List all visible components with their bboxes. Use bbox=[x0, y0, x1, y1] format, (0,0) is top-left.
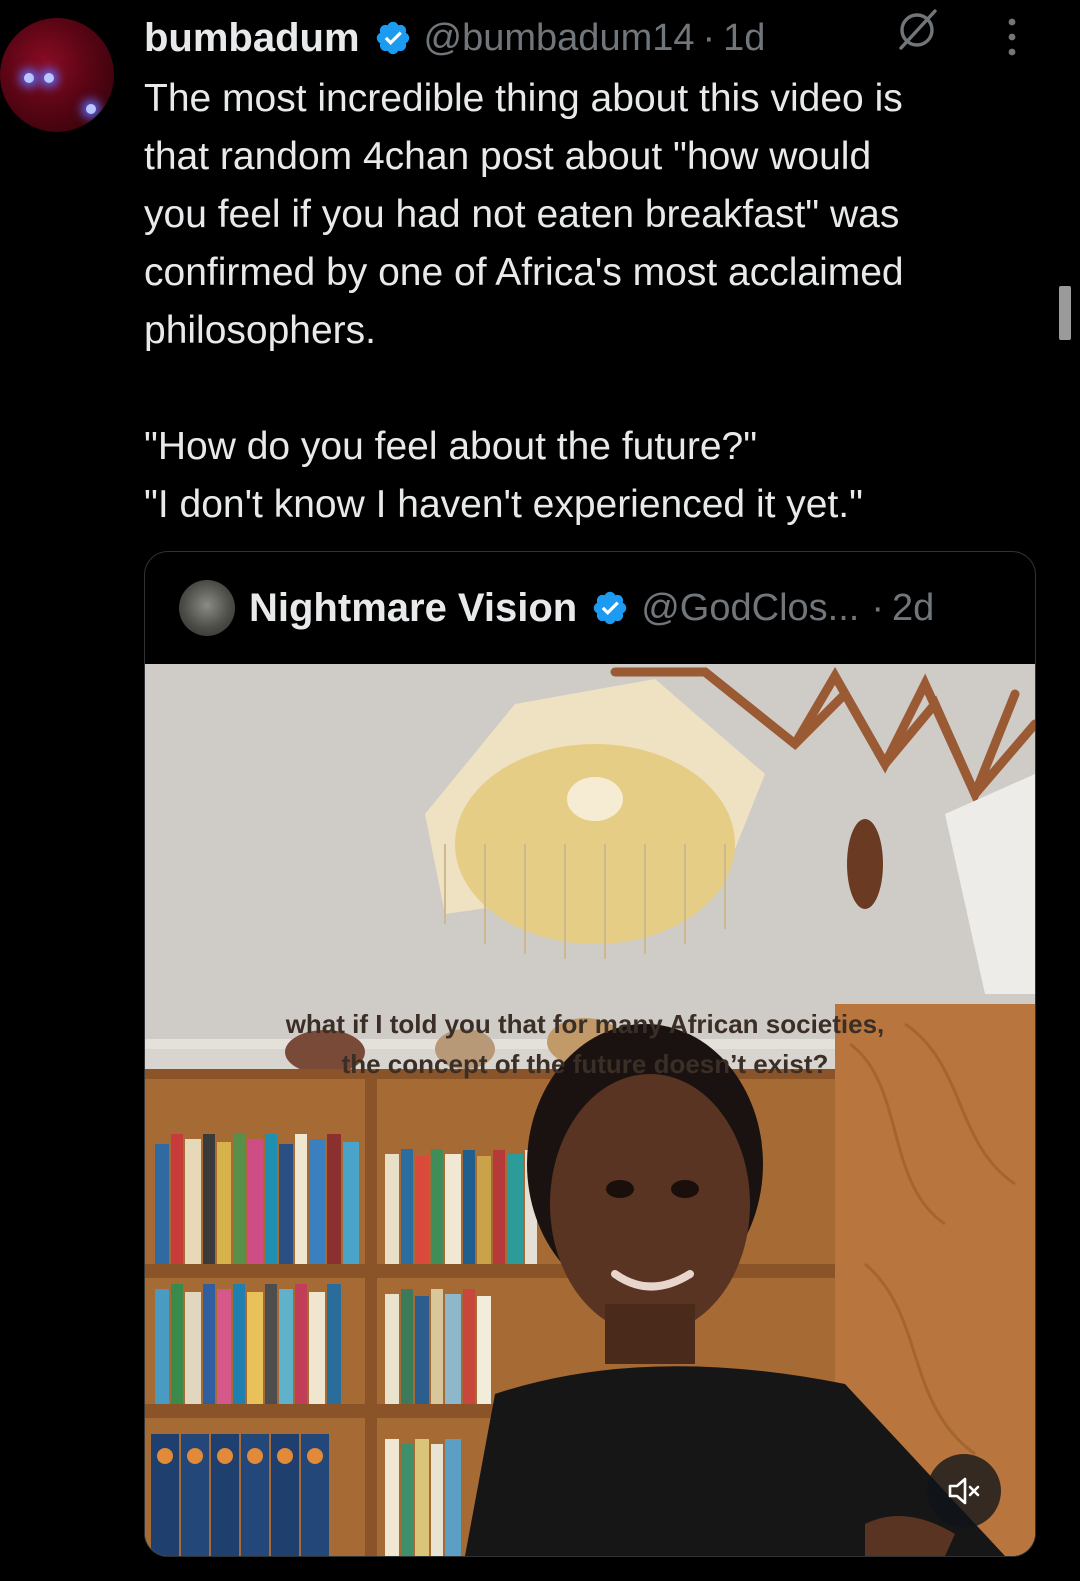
author-handle[interactable]: @bumbadum14 bbox=[424, 17, 695, 60]
video-caption: what if I told you that for many African… bbox=[185, 1004, 985, 1084]
quoted-author-avatar[interactable] bbox=[179, 580, 235, 636]
quoted-tweet-header: Nightmare Vision @GodClos... · 2d bbox=[145, 552, 1035, 664]
video-caption-line: what if I told you that for many African… bbox=[285, 1009, 885, 1039]
video-frame bbox=[145, 664, 1035, 1556]
tweet-text-line: you feel if you had not eaten breakfast"… bbox=[144, 193, 900, 236]
tweet-text-line: confirmed by one of Africa's most acclai… bbox=[144, 251, 904, 294]
tweet-text-line: The most incredible thing about this vid… bbox=[144, 77, 903, 120]
author-display-name[interactable]: bumbadum bbox=[144, 16, 360, 61]
quoted-author-display-name[interactable]: Nightmare Vision bbox=[249, 586, 577, 631]
author-avatar[interactable] bbox=[0, 18, 114, 132]
video-caption-line: the concept of the future doesn’t exist? bbox=[341, 1049, 829, 1079]
quoted-author-handle[interactable]: @GodClos... bbox=[641, 587, 859, 630]
tweet-timestamp[interactable]: 1d bbox=[723, 17, 765, 60]
more-options-icon[interactable] bbox=[1000, 14, 1024, 60]
separator-dot: · bbox=[871, 586, 884, 629]
tweet[interactable]: bumbadum @bumbadum14 · 1d The most incre… bbox=[0, 0, 1080, 1581]
quoted-tweet-timestamp[interactable]: 2d bbox=[892, 587, 934, 630]
verified-badge-icon bbox=[594, 591, 627, 625]
quoted-tweet[interactable]: Nightmare Vision @GodClos... · 2d what i… bbox=[144, 551, 1036, 1557]
tweet-text: The most incredible thing about this vid… bbox=[144, 70, 1044, 534]
verified-badge-icon bbox=[376, 21, 409, 55]
mute-toggle-button[interactable] bbox=[927, 1454, 1001, 1528]
tweet-text-line: that random 4chan post about "how would bbox=[144, 135, 872, 178]
tweet-quote-line: "How do you feel about the future?" bbox=[144, 425, 758, 468]
grok-icon[interactable] bbox=[895, 6, 941, 52]
scrollbar-thumb[interactable] bbox=[1059, 286, 1071, 340]
tweet-text-line: philosophers. bbox=[144, 309, 376, 352]
separator-dot: · bbox=[702, 16, 716, 59]
volume-muted-icon bbox=[948, 1477, 980, 1505]
tweet-quote-line: "I don't know I haven't experienced it y… bbox=[144, 483, 863, 526]
video-player[interactable]: what if I told you that for many African… bbox=[145, 664, 1035, 1556]
